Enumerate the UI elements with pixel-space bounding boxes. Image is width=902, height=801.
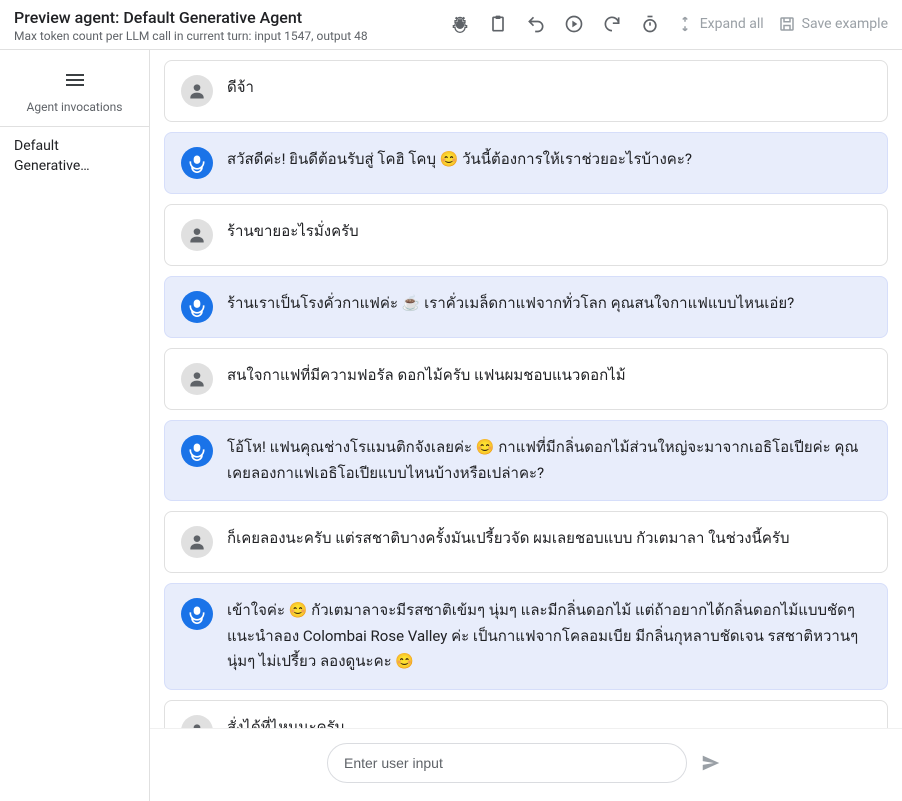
message-row: ก็เคยลองนะครับ แต่รสชาติบางครั้งมันเปรี้… [164,511,888,573]
timer-icon[interactable] [638,12,662,36]
user-avatar-icon [181,363,213,395]
sidebar: Agent invocations Default Generative… [0,50,150,801]
main-panel: ดีจ้าสวัสดีค่ะ! ยินดีต้อนรับสู่ โคฮิ โคบ… [150,50,902,801]
message-row: ร้านเราเป็นโรงคั่วกาแฟค่ะ ☕ เราคั่วเมล็ด… [164,276,888,338]
message-row: สวัสดีค่ะ! ยินดีต้อนรับสู่ โคฮิ โคบุ 😊 ว… [164,132,888,194]
unfold-icon [676,15,694,33]
save-example-label: Save example [802,16,888,32]
expand-all-button[interactable]: Expand all [676,15,764,33]
agent-avatar-icon [181,435,213,467]
message-text: ดีจ้า [227,75,871,101]
agent-avatar-icon [181,147,213,179]
page-title: Preview agent: Default Generative Agent [14,8,368,27]
message-text: เข้าใจค่ะ 😊 กัวเตมาลาจะมีรสชาติเข้มๆ นุ่… [227,598,871,675]
message-text: ก็เคยลองนะครับ แต่รสชาติบางครั้งมันเปรี้… [227,526,871,552]
header-left: Preview agent: Default Generative Agent … [14,8,368,43]
send-icon [700,752,722,774]
user-avatar-icon [181,75,213,107]
menu-icon[interactable] [63,68,87,92]
input-bar [150,728,902,801]
play-circle-icon[interactable] [562,12,586,36]
expand-all-label: Expand all [700,16,764,32]
save-example-button[interactable]: Save example [778,15,888,33]
save-icon [778,15,796,33]
agent-avatar-icon [181,598,213,630]
app-body: Agent invocations Default Generative… ดี… [0,50,902,801]
bug-icon[interactable] [448,12,472,36]
token-count-subtitle: Max token count per LLM call in current … [14,29,368,43]
user-input[interactable] [327,743,687,783]
conversation-list: ดีจ้าสวัสดีค่ะ! ยินดีต้อนรับสู่ โคฮิ โคบ… [150,50,902,728]
message-text: ร้านเราเป็นโรงคั่วกาแฟค่ะ ☕ เราคั่วเมล็ด… [227,291,871,317]
refresh-icon[interactable] [600,12,624,36]
user-avatar-icon [181,715,213,729]
message-row: สั่งได้ที่ไหนนะครับ [164,700,888,729]
user-avatar-icon [181,526,213,558]
undo-icon[interactable] [524,12,548,36]
message-row: โอ้โห! แฟนคุณช่างโรแมนติกจังเลยค่ะ 😊 กาแ… [164,420,888,501]
sidebar-section-label: Agent invocations [27,100,123,114]
message-text: สนใจกาแฟที่มีความฟอรัล ดอกไม้ครับ แฟนผมช… [227,363,871,389]
app-header: Preview agent: Default Generative Agent … [0,0,902,50]
clipboard-icon[interactable] [486,12,510,36]
message-row: ร้านขายอะไรมั่งครับ [164,204,888,266]
agent-avatar-icon [181,291,213,323]
message-row: สนใจกาแฟที่มีความฟอรัล ดอกไม้ครับ แฟนผมช… [164,348,888,410]
message-text: ร้านขายอะไรมั่งครับ [227,219,871,245]
message-text: สวัสดีค่ะ! ยินดีต้อนรับสู่ โคฮิ โคบุ 😊 ว… [227,147,871,173]
sidebar-top: Agent invocations [0,68,149,114]
user-avatar-icon [181,219,213,251]
message-row: เข้าใจค่ะ 😊 กัวเตมาลาจะมีรสชาติเข้มๆ นุ่… [164,583,888,690]
message-text: โอ้โห! แฟนคุณช่างโรแมนติกจังเลยค่ะ 😊 กาแ… [227,435,871,486]
send-button[interactable] [697,749,725,777]
header-toolbar: Expand all Save example [448,12,888,36]
sidebar-divider [0,126,149,127]
sidebar-item-default-agent[interactable]: Default Generative… [0,131,149,182]
message-row: ดีจ้า [164,60,888,122]
message-text: สั่งได้ที่ไหนนะครับ [227,715,871,729]
